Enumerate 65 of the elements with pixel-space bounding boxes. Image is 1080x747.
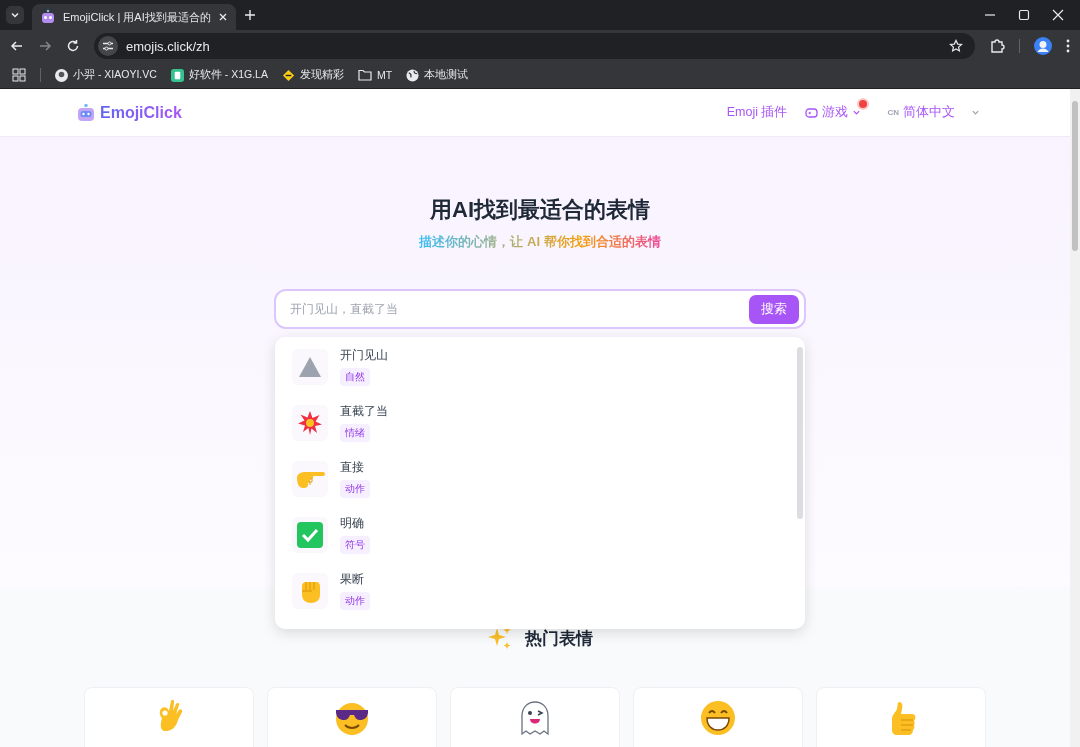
category-tag: 情绪	[340, 424, 370, 442]
ghost-icon	[518, 700, 552, 736]
reload-icon[interactable]	[66, 39, 80, 53]
profile-avatar-icon[interactable]	[1034, 37, 1052, 55]
apps-grid-icon[interactable]	[12, 68, 26, 82]
chevron-down-icon	[971, 108, 980, 117]
suggestion-name: 明确	[340, 515, 364, 532]
suggestion-item[interactable]: 开门见山 自然	[292, 349, 787, 385]
nav-link[interactable]: 游戏	[805, 98, 870, 121]
page-scrollbar[interactable]	[1070, 89, 1080, 747]
app-icon	[170, 68, 184, 82]
grinning-face-icon	[700, 700, 736, 736]
category-tag: 动作	[340, 592, 370, 610]
chevron-down-icon	[10, 10, 20, 20]
site-logo[interactable]: EmojiClick	[100, 103, 182, 122]
tab-title: EmojiClick | 用AI找到最适合的	[63, 9, 211, 25]
new-tab-icon[interactable]	[243, 9, 256, 21]
bookmark-link[interactable]: MT	[357, 69, 393, 81]
star-icon[interactable]	[949, 39, 963, 53]
globe-icon	[406, 68, 420, 82]
close-icon[interactable]	[1052, 9, 1064, 21]
category-tag: 动作	[340, 480, 370, 498]
avatar-icon	[55, 68, 68, 82]
browser-tab[interactable]: EmojiClick | 用AI找到最适合的	[32, 4, 236, 30]
category-tag: 符号	[340, 536, 370, 554]
category-tag: 自然	[340, 368, 370, 386]
back-arrow-icon[interactable]	[10, 39, 24, 53]
page-title: 用AI找到最适合的表情	[430, 196, 650, 224]
tab-list-button[interactable]	[6, 6, 24, 24]
suggestion-name: 直截了当	[340, 403, 388, 420]
suggestion-item[interactable]: 果断 动作	[292, 573, 787, 609]
bookmark-link[interactable]: 发现精彩	[281, 68, 344, 82]
nav-link[interactable]: Emoji 插件	[726, 104, 788, 121]
suggestion-item[interactable]: 明确 符号	[292, 517, 787, 553]
search-button[interactable]: 搜索	[749, 294, 799, 324]
close-icon[interactable]	[217, 12, 228, 22]
search-field[interactable]: 开门见山，直截了当 搜索	[274, 289, 806, 329]
suggestion-name: 果断	[340, 571, 364, 588]
robot-icon	[40, 9, 56, 25]
check-mark-icon	[297, 522, 323, 548]
bookmark-link[interactable]: 小羿 - XIAOYI.VC	[55, 68, 157, 82]
gamepad-icon	[805, 107, 819, 118]
chevron-down-icon	[852, 108, 862, 117]
mountain-icon	[298, 356, 322, 378]
maximize-icon[interactable]	[1018, 9, 1030, 21]
sunglasses-face-icon	[333, 700, 371, 736]
site-settings-icon[interactable]	[98, 36, 118, 56]
puzzle-piece-icon[interactable]	[989, 38, 1005, 54]
suggestion-name: 开门见山	[340, 347, 388, 364]
robot-icon	[76, 102, 96, 123]
forward-arrow-icon[interactable]	[38, 39, 52, 53]
explosion-icon	[297, 410, 323, 436]
bookmark-link[interactable]: 本地测试	[406, 68, 469, 82]
bookmark-link[interactable]: 好软件 - X1G.LA	[170, 68, 268, 82]
suggestion-item[interactable]: 直接 动作	[292, 461, 787, 497]
nav-link[interactable]: CN 简体中文	[887, 104, 980, 121]
suggestion-name: 直接	[340, 459, 364, 476]
diamond-icon	[281, 68, 295, 82]
suggestion-item[interactable]: 直截了当 情绪	[292, 405, 787, 441]
subtitle: 描述你的心情，让 AI 帮你找到合适的表情	[419, 233, 661, 251]
folder-icon	[357, 69, 372, 81]
more-menu-icon[interactable]	[1066, 39, 1070, 53]
address-bar[interactable]: emojis.click/zh	[94, 33, 975, 59]
section-title: 热门表情	[525, 627, 593, 650]
url-text: emojis.click/zh	[126, 38, 210, 54]
